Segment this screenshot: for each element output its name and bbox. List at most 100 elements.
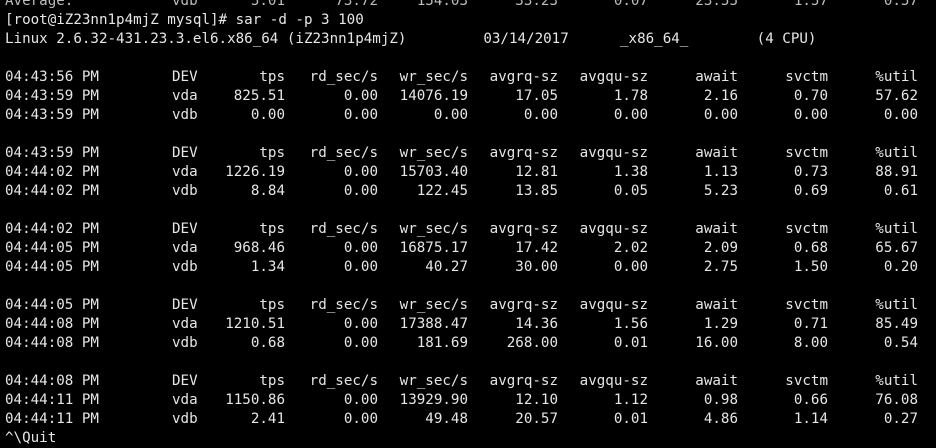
column-header-row: 04:44:08 PM DEV tps rd_sec/s wr_sec/s avgrq-s…	[5, 372, 936, 391]
row-time: 04:44:08 PM	[5, 316, 99, 332]
row-wr-value: 49.48	[425, 411, 468, 427]
row-wr-value: 181.69	[416, 335, 468, 351]
row-rd-value: 0.00	[343, 240, 378, 256]
column-header-row: 04:44:05 PM DEV tps rd_sec/s wr_sec/s avgrq-s…	[5, 296, 936, 315]
table-row: 04:44:02 PM vdb 8.84 0.00 122.45 13.85 0.05 5.2…	[5, 182, 936, 201]
column-header: svctm	[785, 69, 828, 85]
table-row: 04:44:08 PM vdb 0.68 0.00 181.69 268.00 0.01 16…	[5, 334, 936, 353]
row-await-value: 4.86	[703, 411, 738, 427]
row-avgrq-value: 12.81	[515, 164, 558, 180]
sar-report-blocks: 04:43:56 PM DEV tps rd_sec/s wr_sec/s avgrq-s…	[5, 49, 936, 429]
row-util-value: 0.61	[883, 183, 918, 199]
row-avgrq-value: 13.85	[515, 183, 558, 199]
column-header: avgrq-sz	[489, 373, 558, 389]
row-util-value: 85.49	[875, 316, 918, 332]
row-avgrq-value: 14.36	[515, 316, 558, 332]
row-avgrq-value: 12.10	[515, 392, 558, 408]
table-row: 04:44:08 PM vda 1210.51 0.00 17388.47 14.36 1.…	[5, 315, 936, 334]
row-tps-value: 1210.51	[225, 316, 285, 332]
row-avgqu-value: 0.01	[613, 411, 648, 427]
row-wr-value: 122.45	[416, 183, 468, 199]
row-time: 04:44:02 PM	[5, 183, 99, 199]
row-tps-value: 1226.19	[225, 164, 285, 180]
column-header: %util	[875, 221, 918, 237]
partial-value: 5.01	[250, 0, 285, 9]
column-header: svctm	[785, 145, 828, 161]
row-wr-value: 0.00	[433, 107, 468, 123]
row-tps-value: 2.41	[250, 411, 285, 427]
header-time: 04:44:02 PM	[5, 221, 99, 237]
column-header: await	[695, 145, 738, 161]
table-row: 04:44:11 PM vdb 2.41 0.00 49.48 20.57 0.01 4.86…	[5, 410, 936, 429]
column-header: rd_sec/s	[309, 69, 378, 85]
column-header: wr_sec/s	[399, 221, 468, 237]
header-time: 04:43:59 PM	[5, 145, 99, 161]
column-header: await	[695, 297, 738, 313]
column-header: await	[695, 221, 738, 237]
column-header: svctm	[785, 373, 828, 389]
header-time: 04:44:08 PM	[5, 373, 99, 389]
column-header: avgrq-sz	[489, 69, 558, 85]
row-avgqu-value: 1.12	[613, 392, 648, 408]
row-svctm-value: 0.68	[793, 240, 828, 256]
column-header: tps	[259, 69, 285, 85]
row-await-value: 16.00	[695, 335, 738, 351]
table-row: 04:43:59 PM vdb 0.00 0.00 0.00 0.00 0.00 0.00 0.…	[5, 106, 936, 125]
row-time: 04:43:59 PM	[5, 107, 99, 123]
partial-time: Average:	[5, 0, 74, 9]
row-await-value: 0.98	[703, 392, 738, 408]
partial-value: 1.57	[793, 0, 828, 9]
row-svctm-value: 0.73	[793, 164, 828, 180]
row-avgrq-value: 0.00	[523, 107, 558, 123]
row-wr-value: 13929.90	[399, 392, 468, 408]
column-header-row: 04:43:59 PM DEV tps rd_sec/s wr_sec/s avgrq-s…	[5, 144, 936, 163]
row-util-value: 57.62	[875, 88, 918, 104]
column-header: wr_sec/s	[399, 373, 468, 389]
row-tps-value: 1.34	[250, 259, 285, 275]
row-svctm-value: 0.69	[793, 183, 828, 199]
row-util-value: 0.27	[883, 411, 918, 427]
row-avgqu-value: 0.00	[613, 107, 648, 123]
row-util-value: 0.20	[883, 259, 918, 275]
partial-value: 23.55	[695, 0, 738, 9]
row-avgrq-value: 30.00	[515, 259, 558, 275]
column-header: avgrq-sz	[489, 145, 558, 161]
row-util-value: 0.00	[883, 107, 918, 123]
row-time: 04:44:05 PM	[5, 240, 99, 256]
row-avgqu-value: 1.38	[613, 164, 648, 180]
row-avgqu-value: 2.02	[613, 240, 648, 256]
column-header: avgrq-sz	[489, 297, 558, 313]
table-row: 04:43:59 PM vda 825.51 0.00 14076.19 17.05 1.7…	[5, 87, 936, 106]
partial-value: 0.57	[883, 0, 918, 9]
column-header: avgqu-sz	[579, 373, 648, 389]
row-tps-value: 968.46	[233, 240, 285, 256]
row-time: 04:44:02 PM	[5, 164, 99, 180]
column-header: rd_sec/s	[309, 221, 378, 237]
header-time: 04:44:05 PM	[5, 297, 99, 313]
row-wr-value: 16875.17	[399, 240, 468, 256]
column-header: tps	[259, 221, 285, 237]
row-time: 04:44:08 PM	[5, 335, 99, 351]
row-avgrq-value: 268.00	[506, 335, 558, 351]
row-avgqu-value: 0.05	[613, 183, 648, 199]
row-rd-value: 0.00	[343, 316, 378, 332]
column-header: avgqu-sz	[579, 297, 648, 313]
column-header: avgqu-sz	[579, 221, 648, 237]
partial-value: 73.72	[335, 0, 378, 9]
terminal-output[interactable]: Average: vdb 5.01 73.72 154.03 33.23 0.0…	[5, 0, 936, 448]
partial-value: 33.23	[515, 0, 558, 9]
column-header: wr_sec/s	[399, 297, 468, 313]
row-time: 04:43:59 PM	[5, 88, 99, 104]
table-row: 04:44:11 PM vda 1150.86 0.00 13929.90 12.10 1.…	[5, 391, 936, 410]
row-tps-value: 8.84	[250, 183, 285, 199]
column-header: await	[695, 373, 738, 389]
row-svctm-value: 0.00	[793, 107, 828, 123]
partial-average-line: Average: vdb 5.01 73.72 154.03 33.23 0.0…	[5, 0, 936, 11]
row-tps-value: 825.51	[233, 88, 285, 104]
column-header: rd_sec/s	[309, 145, 378, 161]
row-tps-value: 0.00	[250, 107, 285, 123]
row-avgrq-value: 17.42	[515, 240, 558, 256]
row-avgqu-value: 0.01	[613, 335, 648, 351]
